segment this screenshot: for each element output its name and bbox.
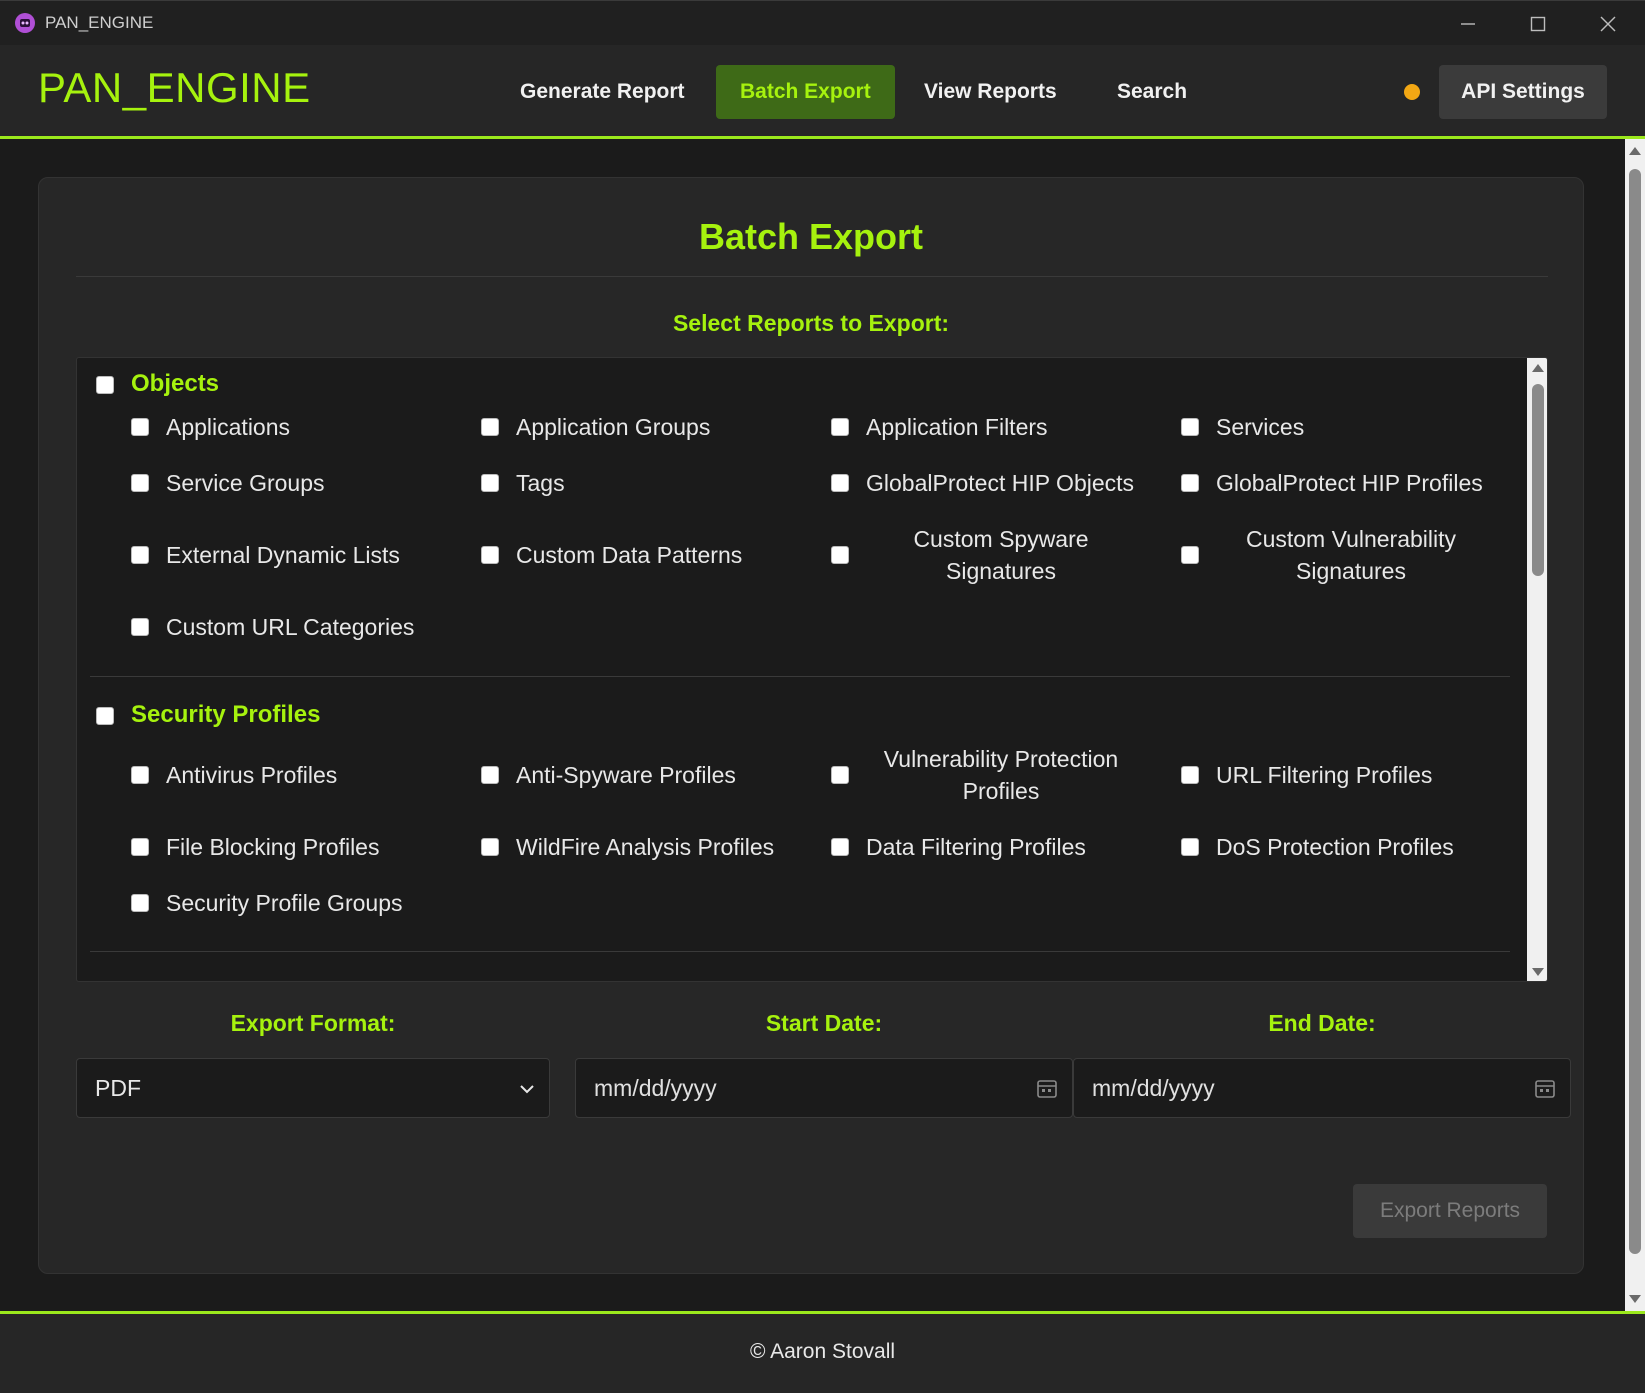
api-settings-button[interactable]: API Settings xyxy=(1439,65,1607,119)
option-label: Services xyxy=(1216,414,1305,440)
end-date-input[interactable]: mm/dd/yyyy xyxy=(1073,1058,1571,1118)
report-selection-list[interactable]: Objects Applications Application Groups … xyxy=(76,357,1548,982)
option-label: GlobalProtect HIP Objects xyxy=(866,470,1135,496)
option-label: Application Filters xyxy=(866,414,1048,440)
app-logo-icon xyxy=(15,13,35,33)
report-list-scrollbar[interactable] xyxy=(1527,358,1547,981)
scrollbar-thumb[interactable] xyxy=(1629,169,1641,1254)
group-checkbox-objects[interactable] xyxy=(96,376,114,394)
group-label-objects: Objects xyxy=(131,370,220,397)
chevron-down-icon xyxy=(520,1085,534,1094)
scroll-up-icon[interactable] xyxy=(1532,364,1544,372)
minimize-icon xyxy=(1461,22,1475,25)
checkbox-dos-protection-profiles[interactable] xyxy=(1181,838,1199,856)
checkbox-custom-data-patterns[interactable] xyxy=(481,546,499,564)
start-date-label: Start Date: xyxy=(765,1010,883,1036)
window-titlebar: PAN_ENGINE xyxy=(0,0,1645,45)
group-divider xyxy=(90,951,1510,952)
export-reports-button[interactable]: Export Reports xyxy=(1353,1184,1547,1238)
maximize-button[interactable] xyxy=(1503,1,1573,46)
checkbox-data-filtering-profiles[interactable] xyxy=(831,838,849,856)
page-title: Batch Export xyxy=(698,216,924,257)
start-date-input[interactable]: mm/dd/yyyy xyxy=(575,1058,1073,1118)
calendar-icon[interactable] xyxy=(1036,1077,1058,1099)
group-divider xyxy=(90,676,1510,677)
checkbox-custom-vulnerability-signatures[interactable] xyxy=(1181,546,1199,564)
option-label: Applications xyxy=(166,414,291,440)
option-label: Data Filtering Profiles xyxy=(866,834,1086,860)
end-date-label: End Date: xyxy=(1268,1010,1376,1036)
option-label: Custom Spyware Signatures xyxy=(913,526,1089,584)
copyright-text: © Aaron Stovall xyxy=(749,1340,896,1363)
option-label: Custom URL Categories xyxy=(166,614,415,640)
nav-view-reports[interactable]: View Reports xyxy=(900,65,1081,119)
option-label: Application Groups xyxy=(516,414,711,440)
export-format-select[interactable]: PDF xyxy=(76,1058,550,1118)
option-label: Antivirus Profiles xyxy=(166,762,338,788)
calendar-icon[interactable] xyxy=(1534,1077,1556,1099)
scrollbar-thumb[interactable] xyxy=(1532,384,1544,576)
maximize-icon xyxy=(1530,16,1546,31)
batch-export-card: Batch Export Select Reports to Export: O… xyxy=(38,177,1584,1274)
checkbox-url-filtering-profiles[interactable] xyxy=(1181,766,1199,784)
option-label: GlobalProtect HIP Profiles xyxy=(1216,470,1483,496)
brand-logo-text: PAN_ENGINE xyxy=(38,64,311,111)
export-format-label: Export Format: xyxy=(230,1010,396,1036)
app-header: PAN_ENGINE Generate Report Batch Export … xyxy=(0,45,1645,139)
nav-generate-report[interactable]: Generate Report xyxy=(496,65,709,119)
export-format-value: PDF xyxy=(95,1074,141,1101)
checkbox-external-dynamic-lists[interactable] xyxy=(131,546,149,564)
option-label: Service Groups xyxy=(166,470,325,496)
group-label-security-profiles: Security Profiles xyxy=(131,701,321,728)
checkbox-vulnerability-protection-profiles[interactable] xyxy=(831,766,849,784)
minimize-button[interactable] xyxy=(1433,1,1503,46)
checkbox-tags[interactable] xyxy=(481,474,499,492)
option-label: Tags xyxy=(516,470,565,496)
scroll-down-icon[interactable] xyxy=(1532,968,1544,976)
main-content: Batch Export Select Reports to Export: O… xyxy=(0,139,1625,1311)
checkbox-application-filters[interactable] xyxy=(831,418,849,436)
window-title: PAN_ENGINE xyxy=(45,13,154,32)
connection-status-dot xyxy=(1404,84,1420,100)
option-label: WildFire Analysis Profiles xyxy=(516,834,775,860)
checkbox-anti-spyware-profiles[interactable] xyxy=(481,766,499,784)
scroll-up-icon[interactable] xyxy=(1629,147,1641,155)
option-label: URL Filtering Profiles xyxy=(1216,762,1433,788)
app-footer: © Aaron Stovall xyxy=(0,1311,1645,1393)
checkbox-service-groups[interactable] xyxy=(131,474,149,492)
option-label: Anti-Spyware Profiles xyxy=(516,762,736,788)
title-divider xyxy=(76,276,1548,277)
checkbox-applications[interactable] xyxy=(131,418,149,436)
scroll-down-icon[interactable] xyxy=(1629,1295,1641,1303)
option-label: Custom Data Patterns xyxy=(516,542,743,568)
checkbox-custom-url-categories[interactable] xyxy=(131,618,149,636)
checkbox-wildfire-analysis-profiles[interactable] xyxy=(481,838,499,856)
checkbox-file-blocking-profiles[interactable] xyxy=(131,838,149,856)
checkbox-services[interactable] xyxy=(1181,418,1199,436)
checkbox-globalprotect-hip-profiles[interactable] xyxy=(1181,474,1199,492)
option-label: Security Profile Groups xyxy=(166,890,403,916)
checkbox-application-groups[interactable] xyxy=(481,418,499,436)
page-scrollbar[interactable] xyxy=(1625,139,1645,1311)
start-date-placeholder: mm/dd/yyyy xyxy=(594,1074,717,1101)
end-date-placeholder: mm/dd/yyyy xyxy=(1092,1074,1215,1101)
option-label: Custom Vulnerability Signatures xyxy=(1245,526,1457,584)
select-reports-label: Select Reports to Export: xyxy=(672,310,950,336)
close-icon xyxy=(1600,16,1616,31)
nav-batch-export[interactable]: Batch Export xyxy=(716,65,895,119)
checkbox-globalprotect-hip-objects[interactable] xyxy=(831,474,849,492)
checkbox-security-profile-groups[interactable] xyxy=(131,894,149,912)
option-label: File Blocking Profiles xyxy=(166,834,380,860)
nav-search[interactable]: Search xyxy=(1093,65,1211,119)
group-checkbox-security-profiles[interactable] xyxy=(96,707,114,725)
option-label: Vulnerability Protection Profiles xyxy=(883,746,1119,804)
option-label: External Dynamic Lists xyxy=(166,542,400,568)
checkbox-custom-spyware-signatures[interactable] xyxy=(831,546,849,564)
checkbox-antivirus-profiles[interactable] xyxy=(131,766,149,784)
close-button[interactable] xyxy=(1573,1,1643,46)
option-label: DoS Protection Profiles xyxy=(1216,834,1454,860)
